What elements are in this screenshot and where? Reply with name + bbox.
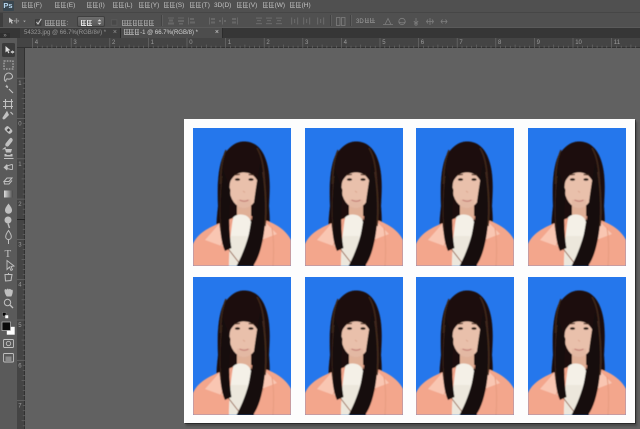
svg-text:8: 8: [498, 40, 502, 46]
svg-text:4: 4: [18, 283, 22, 289]
svg-text:1: 1: [228, 40, 232, 46]
svg-text:6: 6: [18, 363, 22, 369]
svg-text:3: 3: [305, 40, 309, 46]
svg-text:1: 1: [151, 40, 155, 46]
svg-text:7: 7: [459, 40, 463, 46]
svg-text:3: 3: [18, 242, 22, 248]
svg-text:4: 4: [344, 40, 348, 46]
svg-text:2: 2: [18, 202, 22, 208]
svg-text:0: 0: [18, 122, 22, 128]
svg-text:7: 7: [18, 404, 22, 410]
svg-text:T: T: [5, 248, 12, 260]
svg-text:4: 4: [35, 40, 39, 46]
svg-text:5: 5: [382, 40, 386, 46]
svg-text:1: 1: [18, 81, 22, 87]
svg-text:11: 11: [614, 40, 621, 46]
svg-text:10: 10: [575, 40, 582, 46]
svg-text:9: 9: [537, 40, 541, 46]
svg-text:2: 2: [112, 40, 116, 46]
svg-text:6: 6: [421, 40, 425, 46]
svg-text:0: 0: [189, 40, 193, 46]
svg-text:1: 1: [18, 162, 22, 168]
svg-text:2: 2: [266, 40, 270, 46]
svg-text:5: 5: [18, 323, 22, 329]
svg-text:3: 3: [73, 40, 77, 46]
